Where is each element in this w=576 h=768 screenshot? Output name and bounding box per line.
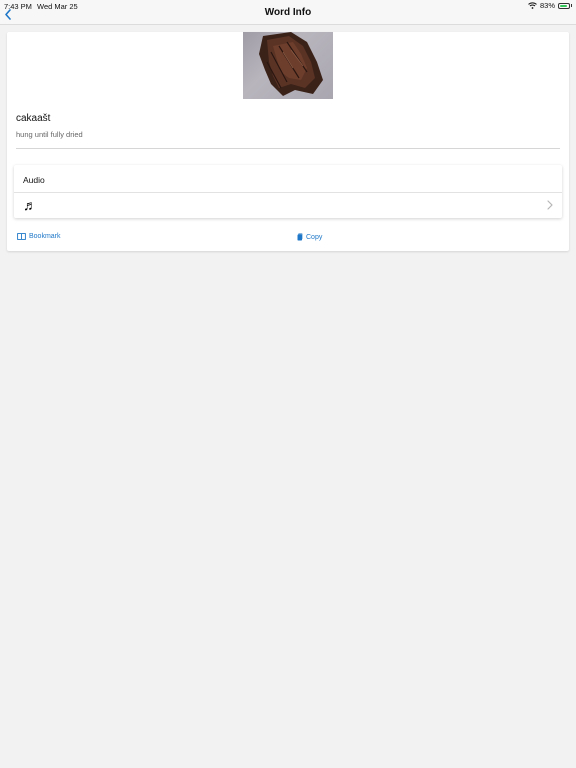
status-time: 7:43 PM: [4, 2, 32, 11]
book-icon: [17, 233, 26, 240]
bookmark-label: Bookmark: [29, 233, 61, 240]
word-image: [243, 32, 333, 99]
music-note-icon: ♬: [23, 197, 37, 213]
divider: [16, 148, 560, 149]
battery-tip: [571, 4, 572, 7]
status-date: Wed Mar 25: [37, 2, 78, 11]
audio-panel: Audio ♬: [14, 165, 562, 218]
battery-icon: [558, 2, 570, 9]
battery-level: [560, 4, 567, 7]
audio-header: Audio: [23, 175, 45, 185]
status-indicators: 83%: [528, 1, 572, 10]
status-bar: 7:43 PM Wed Mar 25 83%: [0, 0, 576, 12]
bookmark-button[interactable]: Bookmark: [17, 233, 61, 240]
wifi-icon: [528, 2, 537, 9]
word-card: cakaašt hung until fully dried Audio ♬ B…: [7, 32, 569, 251]
chevron-right-icon: [547, 200, 553, 210]
audio-play-row[interactable]: ♬: [14, 193, 562, 218]
word-definition: hung until fully dried: [16, 130, 83, 139]
copy-label: Copy: [306, 233, 323, 241]
word-title: cakaašt: [16, 113, 51, 124]
battery-percent: 83%: [539, 1, 555, 10]
copy-button[interactable]: Copy: [297, 233, 322, 241]
copy-icon: [297, 233, 303, 241]
